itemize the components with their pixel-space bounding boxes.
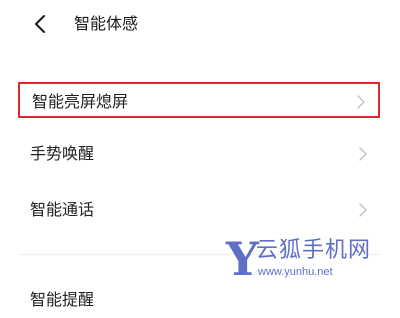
watermark-url: www.yunhu.net <box>258 266 333 278</box>
watermark: Y 云狐手机网 www.yunhu.net <box>226 234 376 288</box>
chevron-right-icon <box>359 203 367 217</box>
setting-item-label: 智能提醒 <box>30 290 95 309</box>
setting-item-smart-call[interactable]: 智能通话 <box>18 192 380 228</box>
page-title: 智能体感 <box>74 14 139 33</box>
chevron-left-icon <box>35 15 45 33</box>
chevron-right-icon <box>359 147 367 161</box>
chevron-right-icon <box>357 95 365 109</box>
watermark-name: 云狐手机网 <box>256 238 372 263</box>
setting-item-gesture-wake[interactable]: 手势唤醒 <box>18 136 380 172</box>
setting-item-label: 智能通话 <box>30 200 95 219</box>
back-button[interactable] <box>28 12 52 36</box>
header-bar: 智能体感 <box>0 0 400 48</box>
setting-item-label: 智能亮屏熄屏 <box>32 92 129 111</box>
setting-item-smart-screen[interactable]: 智能亮屏熄屏 <box>18 82 380 118</box>
setting-item-label: 手势唤醒 <box>30 144 95 163</box>
watermark-logo: Y <box>226 232 259 286</box>
